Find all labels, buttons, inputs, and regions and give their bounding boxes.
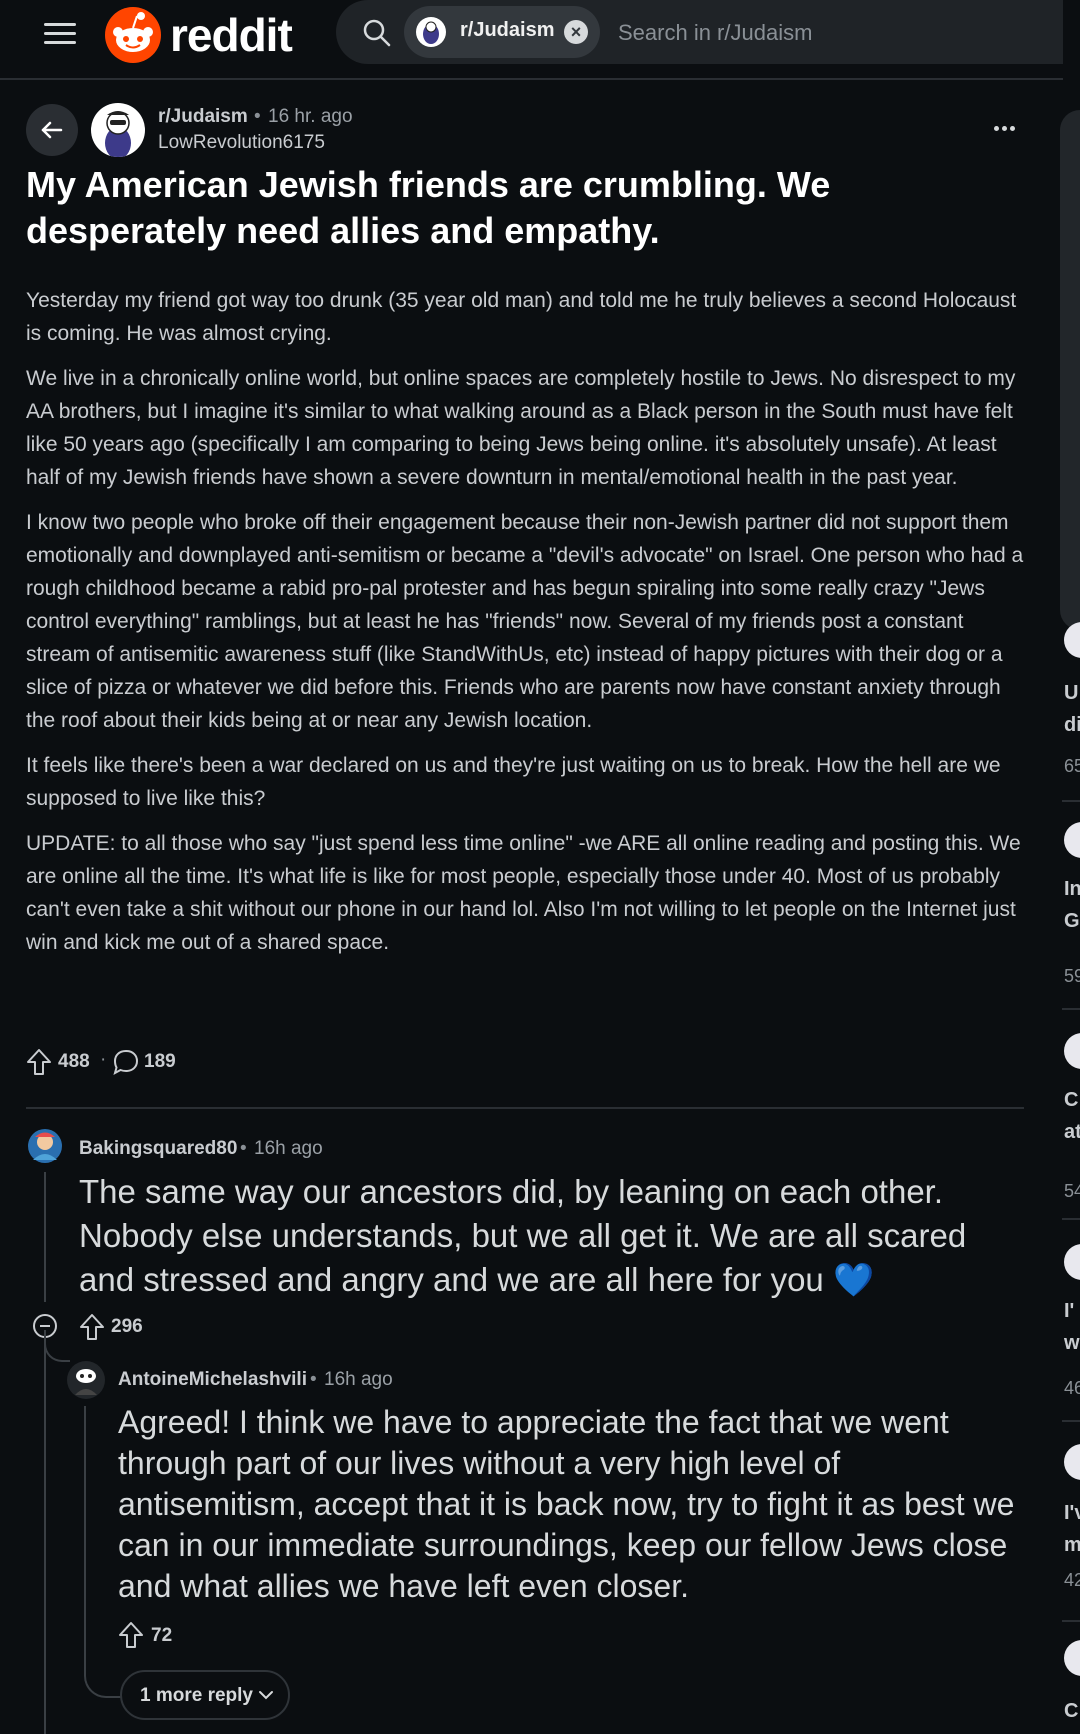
thread-line[interactable] <box>44 1342 46 1734</box>
reply-connector <box>84 1640 122 1698</box>
post-paragraph: Yesterday my friend got way too drunk (3… <box>26 289 1017 345</box>
related-post-title: I' <box>1064 1300 1075 1322</box>
subreddit-avatar[interactable] <box>91 103 145 157</box>
thread-line[interactable] <box>44 1172 46 1302</box>
post-paragraph: UPDATE: to all those who say "just spend… <box>26 832 1021 954</box>
chevron-down-icon <box>259 1691 273 1700</box>
related-post-title: m <box>1064 1534 1080 1556</box>
comment-timestamp: 16h ago <box>324 1369 393 1390</box>
related-post-item[interactable]: U di 65 <box>1064 622 1080 782</box>
related-post-title: G <box>1064 910 1080 932</box>
meta-separator: • <box>240 1138 247 1159</box>
related-post-item[interactable]: C at 54 <box>1064 1033 1080 1203</box>
subreddit-avatar-icon <box>416 17 446 47</box>
rail-divider <box>1062 1218 1080 1220</box>
subreddit-filter-chip[interactable]: r/Judaism × <box>404 6 600 58</box>
search-icon <box>363 19 391 47</box>
reply-connector <box>44 1330 70 1362</box>
comment-upvote-count: 72 <box>151 1625 173 1646</box>
comment-text: Agreed! I think we have to appreciate th… <box>118 1404 1015 1604</box>
thread-line[interactable] <box>84 1406 86 1646</box>
related-post-title: In <box>1064 878 1080 900</box>
clear-chip-icon[interactable]: × <box>564 20 588 44</box>
related-post-count: 42 <box>1064 1570 1080 1590</box>
rail-divider <box>1062 1008 1080 1010</box>
upvote-icon[interactable] <box>79 1313 105 1341</box>
action-separator: · <box>100 1049 107 1070</box>
related-post-title: C <box>1064 1089 1079 1111</box>
rail-divider <box>1062 1620 1080 1622</box>
related-post-count: 54 <box>1064 1181 1080 1201</box>
upvote-icon[interactable] <box>26 1048 52 1076</box>
back-button[interactable] <box>26 104 78 156</box>
comment-icon[interactable] <box>112 1048 140 1076</box>
comment-timestamp: 16h ago <box>254 1138 323 1159</box>
post-comment-count[interactable]: 189 <box>144 1051 176 1073</box>
subreddit-chip-label: r/Judaism <box>460 19 555 41</box>
related-post-item[interactable]: I' w 46 <box>1064 1244 1080 1414</box>
comment-author[interactable]: AntoineMichelashvili <box>118 1369 307 1391</box>
commenter-avatar[interactable] <box>27 1128 63 1164</box>
post-paragraph: I know two people who broke off their en… <box>26 511 1024 732</box>
post-author-link[interactable]: LowRevolution6175 <box>158 132 325 154</box>
sidebar-panel-edge <box>1060 110 1080 630</box>
related-post-item[interactable]: In G 59 <box>1064 822 1080 982</box>
post-title: My American Jewish friends are crumbling… <box>26 164 831 251</box>
post-divider <box>26 1107 1024 1109</box>
related-post-item[interactable]: I'v m 42 <box>1064 1444 1080 1604</box>
related-post-count: 46 <box>1064 1378 1080 1398</box>
post-timestamp: 16 hr. ago <box>268 106 353 127</box>
comment-upvote-count: 296 <box>111 1316 143 1337</box>
post-subreddit-link[interactable]: r/Judaism <box>158 106 248 128</box>
post-paragraph: We live in a chronically online world, b… <box>26 367 1016 489</box>
related-post-avatar <box>1064 1244 1080 1280</box>
rail-divider <box>1062 800 1080 802</box>
post-paragraph: It feels like there's been a war declare… <box>26 754 1001 810</box>
related-post-avatar <box>1064 822 1080 858</box>
related-post-title: at <box>1064 1121 1080 1143</box>
related-post-title: di <box>1064 714 1080 736</box>
commenter-avatar[interactable] <box>67 1361 105 1399</box>
related-post-title: C <box>1064 1700 1079 1722</box>
meta-separator: • <box>254 106 261 127</box>
related-post-avatar <box>1064 622 1080 658</box>
menu-icon[interactable] <box>44 18 76 48</box>
related-post-avatar <box>1064 1640 1080 1676</box>
more-replies-label: 1 more reply <box>140 1685 253 1706</box>
related-post-title: w <box>1064 1332 1080 1354</box>
related-post-avatar <box>1064 1444 1080 1480</box>
related-post-avatar <box>1064 1033 1080 1069</box>
related-post-item[interactable]: C <box>1064 1640 1080 1734</box>
related-post-title: U <box>1064 682 1079 704</box>
more-options-icon[interactable] <box>994 118 1024 134</box>
search-bar[interactable]: r/Judaism × <box>336 0 1080 64</box>
reddit-logo-icon[interactable] <box>104 6 162 64</box>
related-post-count: 59 <box>1064 966 1080 982</box>
post-body: Yesterday my friend got way too drunk (3… <box>26 284 1024 971</box>
related-post-count: 65 <box>1064 756 1080 776</box>
search-input[interactable] <box>616 14 1060 52</box>
more-replies-button[interactable]: 1 more reply <box>120 1670 290 1720</box>
reddit-wordmark[interactable]: reddit <box>170 8 293 62</box>
comment-text: The same way our ancestors did, by leani… <box>79 1173 967 1298</box>
arrow-left-icon <box>41 121 63 139</box>
top-bar: reddit r/Judaism × <box>0 0 1080 80</box>
rail-divider <box>1062 1420 1080 1422</box>
comment-author[interactable]: Bakingsquared80 <box>79 1138 237 1160</box>
post-upvote-count: 488 <box>58 1051 90 1072</box>
related-post-title: I'v <box>1064 1502 1080 1524</box>
meta-separator: • <box>310 1369 317 1390</box>
